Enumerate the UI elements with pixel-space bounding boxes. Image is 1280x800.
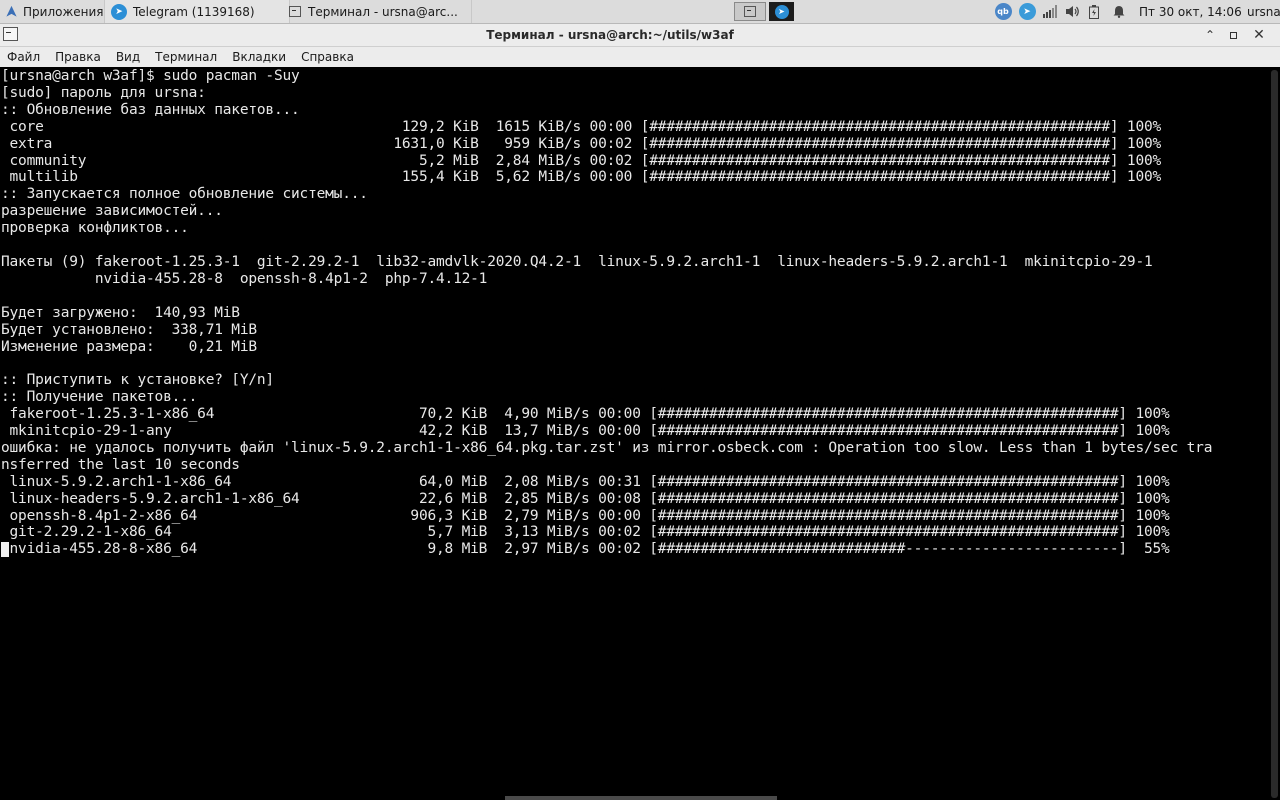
terminal-line: nsferred the last 10 seconds	[1, 456, 240, 473]
window-titlebar[interactable]: Терминал - ursna@arch:~/utils/w3af ⌃ ✕	[0, 24, 1280, 47]
qbittorrent-tray-button[interactable]: qb	[993, 3, 1013, 20]
close-button[interactable]: ✕	[1248, 24, 1270, 46]
terminal-line: :: Получение пакетов...	[1, 389, 198, 406]
workspace-telegram-button[interactable]: ➤	[769, 2, 794, 21]
maximize-button[interactable]	[1222, 24, 1244, 46]
terminal-line: mkinitcpio-29-1-any 42,2 KiB 13,7 MiB/s …	[9, 423, 1170, 440]
terminal-line: :: Обновление баз данных пакетов...	[1, 101, 300, 118]
terminal-line: Изменение размера: 0,21 MiB	[1, 338, 257, 355]
taskbar-terminal-button[interactable]: Терминал - ursna@arc...	[283, 0, 472, 23]
chevron-up-icon: ⌃	[1204, 28, 1216, 42]
terminal-line: [ursna@arch w3af]$ sudo pacman -Suy	[1, 68, 300, 84]
terminal-text: [ursna@arch w3af]$ sudo pacman -Suy [sud…	[0, 68, 1269, 558]
minimize-button[interactable]: ⌃	[1199, 24, 1221, 46]
menu-edit[interactable]: Правка	[55, 50, 101, 64]
square-icon	[1229, 31, 1237, 39]
taskbar-terminal-label: Терминал - ursna@arc...	[308, 4, 458, 19]
terminal-line: :: Запускается полное обновление системы…	[1, 186, 368, 203]
terminal-icon	[744, 6, 756, 17]
telegram-icon: ➤	[1018, 3, 1036, 20]
menu-view[interactable]: Вид	[116, 50, 140, 64]
notifications-tray-button[interactable]	[1110, 3, 1128, 20]
menu-help[interactable]: Справка	[301, 50, 354, 64]
menu-tabs[interactable]: Вкладки	[232, 50, 286, 64]
terminal-line: linux-5.9.2.arch1-1-x86_64 64,0 MiB 2,08…	[9, 473, 1170, 490]
terminal-line: git-2.29.2-1-x86_64 5,7 MiB 3,13 MiB/s 0…	[9, 524, 1170, 541]
battery-icon	[1089, 4, 1099, 19]
terminal-line: Будет установлено: 338,71 MiB	[1, 321, 257, 338]
terminal-line: [sudo] пароль для ursna:	[1, 84, 206, 101]
terminal-line: проверка конфликтов...	[1, 220, 189, 237]
telegram-icon: ➤	[111, 3, 127, 20]
terminal-line: community 5,2 MiB 2,84 MiB/s 00:02 [####…	[9, 152, 1162, 169]
taskbar-telegram-label: Telegram (1139168)	[133, 4, 255, 19]
terminal-line: linux-headers-5.9.2.arch1-1-x86_64 22,6 …	[9, 490, 1170, 507]
menu-bar: Файл Правка Вид Терминал Вкладки Справка	[0, 47, 1280, 67]
signal-icon	[1043, 5, 1057, 18]
taskbar-telegram-button[interactable]: ➤ Telegram (1139168)	[104, 0, 290, 23]
terminal-line: openssh-8.4p1-2-x86_64 906,3 KiB 2,79 Mi…	[9, 507, 1170, 524]
workspace-terminal-button[interactable]	[734, 2, 766, 21]
terminal-output[interactable]: [ursna@arch w3af]$ sudo pacman -Suy [sud…	[0, 68, 1269, 800]
terminal-line: разрешение зависимостей...	[1, 203, 223, 220]
menu-terminal[interactable]: Терминал	[155, 50, 217, 64]
terminal-line: core 129,2 KiB 1615 KiB/s 00:00 [#######…	[9, 118, 1162, 135]
text-cursor	[1, 542, 9, 557]
terminal-line: :: Приступить к установке? [Y/n]	[1, 372, 274, 389]
network-tray-button[interactable]	[1041, 3, 1059, 20]
close-icon: ✕	[1253, 27, 1265, 43]
top-panel: Приложения ➤ Telegram (1139168) Терминал…	[0, 0, 1280, 24]
terminal-line: fakeroot-1.25.3-1-x86_64 70,2 KiB 4,90 M…	[9, 406, 1170, 423]
qbittorrent-icon: qb	[994, 3, 1012, 20]
window-title: Терминал - ursna@arch:~/utils/w3af	[486, 28, 734, 42]
applications-menu-button[interactable]: Приложения	[0, 0, 108, 23]
telegram-tray-button[interactable]: ➤	[1017, 3, 1037, 20]
terminal-icon	[289, 6, 301, 17]
menu-file[interactable]: Файл	[7, 50, 40, 64]
bottom-scroll-indicator	[505, 796, 777, 800]
telegram-icon: ➤	[774, 4, 789, 19]
terminal-scrollbar[interactable]	[1269, 68, 1280, 800]
terminal-line: extra 1631,0 KiB 959 KiB/s 00:02 [######…	[9, 135, 1162, 152]
terminal-line: Будет загружено: 140,93 MiB	[1, 304, 240, 321]
volume-tray-button[interactable]	[1063, 3, 1081, 20]
user-menu-button[interactable]: ursna	[1247, 0, 1280, 23]
terminal-line: multilib 155,4 KiB 5,62 MiB/s 00:00 [###…	[9, 169, 1162, 186]
terminal-line: nvidia-455.28-8 openssh-8.4p1-2 php-7.4.…	[94, 270, 488, 287]
applications-label: Приложения	[23, 4, 104, 19]
battery-tray-button[interactable]	[1086, 3, 1102, 20]
terminal-line: nvidia-455.28-8-x86_64 9,8 MiB 2,97 MiB/…	[9, 541, 1170, 558]
clock[interactable]: Пт 30 окт, 14:06	[1139, 0, 1242, 23]
volume-icon	[1065, 6, 1079, 17]
arch-logo-icon	[4, 5, 18, 19]
terminal-line: ошибка: не удалось получить файл 'linux-…	[1, 439, 1213, 456]
scrollbar-thumb[interactable]	[1271, 70, 1278, 798]
terminal-line: Пакеты (9) fakeroot-1.25.3-1 git-2.29.2-…	[1, 253, 1153, 270]
bell-icon	[1113, 6, 1125, 18]
